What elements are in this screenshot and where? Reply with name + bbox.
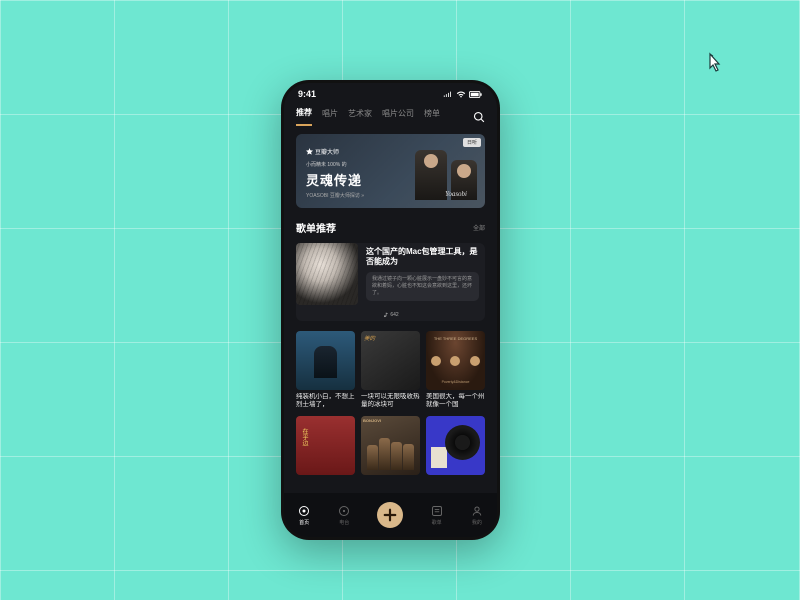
nav-home[interactable]: 首页 bbox=[297, 504, 311, 526]
cover-text: Poverty&Distance bbox=[426, 380, 485, 384]
see-all-link[interactable]: 全部 bbox=[473, 223, 485, 232]
nav-label: 歌单 bbox=[432, 519, 442, 526]
section-header: 歌单推荐 全部 bbox=[296, 220, 485, 235]
tab-charts[interactable]: 榜单 bbox=[424, 108, 440, 125]
nav-label: 电台 bbox=[339, 519, 349, 526]
hero-tag: 日听 bbox=[463, 138, 481, 147]
app-screen: 9:41 推荐 唱片 艺术家 唱片公司 榜单 豆瓣大师 小 bbox=[284, 83, 497, 537]
playlist-grid-row-1: 纯装机小白，不想上烈士墙了， 美的 一块可以无限吸收热量的冰块可 THE THR… bbox=[296, 331, 485, 410]
signal-icon bbox=[443, 91, 453, 98]
playlist-cover: 在乎边 bbox=[296, 416, 355, 475]
featured-playlist[interactable]: 这个国产的Mac包管理工具，是否能成为 我通过镜子向一颗心脏展示一盘妙不可言的意… bbox=[296, 243, 485, 321]
playlist-title: 美国很大，每一个州就像一个国 bbox=[426, 393, 485, 410]
cover-art bbox=[426, 356, 485, 366]
hero-badge-text: 豆瓣大师 bbox=[315, 147, 339, 156]
grid-line bbox=[0, 570, 800, 571]
status-icons bbox=[443, 91, 483, 98]
disc-icon bbox=[337, 504, 351, 518]
featured-description: 我通过镜子向一颗心脏展示一盘妙不可言的意欲和着妈，心脏也不知这会意欲到这里，还坏… bbox=[366, 272, 479, 301]
featured-title: 这个国产的Mac包管理工具，是否能成为 bbox=[366, 247, 479, 268]
cover-text: 美的 bbox=[364, 334, 375, 342]
battery-icon bbox=[469, 91, 483, 98]
playlist-cover bbox=[426, 416, 485, 475]
playlist-cover: THE THREE DEGREES Poverty&Distance bbox=[426, 331, 485, 390]
scroll-content[interactable]: 豆瓣大师 小而精未 100% 的 灵魂传递 YOASOBI 豆瓣大师探访 » Y… bbox=[284, 126, 497, 510]
hero-badge: 豆瓣大师 bbox=[306, 147, 339, 156]
status-bar: 9:41 bbox=[284, 83, 497, 101]
pointer-cursor-icon bbox=[704, 52, 724, 76]
playlist-cover: BONJOVI bbox=[361, 416, 420, 475]
hero-banner[interactable]: 豆瓣大师 小而精未 100% 的 灵魂传递 YOASOBI 豆瓣大师探访 » Y… bbox=[296, 134, 485, 208]
playlist-card[interactable]: THE THREE DEGREES Poverty&Distance 美国很大，… bbox=[426, 331, 485, 410]
nav-radio[interactable]: 电台 bbox=[337, 504, 351, 526]
hero-signature: Yoasobi bbox=[445, 190, 467, 198]
grid-line bbox=[114, 0, 115, 600]
notes-icon bbox=[430, 504, 444, 518]
cover-text: BONJOVI bbox=[363, 418, 381, 423]
playlist-cover bbox=[296, 331, 355, 390]
hero-figure bbox=[415, 150, 447, 200]
playlist-grid-row-2: 在乎边 BONJOVI bbox=[296, 416, 485, 475]
status-time: 9:41 bbox=[298, 89, 316, 99]
phone-frame: 9:41 推荐 唱片 艺术家 唱片公司 榜单 豆瓣大师 小 bbox=[281, 80, 500, 540]
tab-labels[interactable]: 唱片公司 bbox=[382, 108, 414, 125]
home-icon bbox=[297, 504, 311, 518]
nav-label: 首页 bbox=[299, 519, 309, 526]
nav-playlists[interactable]: 歌单 bbox=[430, 504, 444, 526]
plus-icon bbox=[383, 508, 397, 522]
featured-cover bbox=[296, 243, 358, 305]
grid-line bbox=[684, 0, 685, 600]
nav-add-button[interactable] bbox=[377, 502, 403, 528]
grid-line bbox=[0, 0, 1, 600]
cover-text: 在乎边 bbox=[300, 428, 309, 446]
music-note-icon bbox=[382, 312, 388, 318]
section-title: 歌单推荐 bbox=[296, 220, 336, 235]
nav-profile[interactable]: 我的 bbox=[470, 504, 484, 526]
playlist-card[interactable]: BONJOVI bbox=[361, 416, 420, 475]
bottom-nav: 首页 电台 歌单 我的 bbox=[284, 493, 497, 537]
playlist-title: 一块可以无限吸收热量的冰块可 bbox=[361, 393, 420, 410]
featured-playcount: 642 bbox=[382, 312, 398, 318]
tab-albums[interactable]: 唱片 bbox=[322, 108, 338, 125]
grid-line bbox=[570, 0, 571, 600]
playcount-value: 642 bbox=[390, 312, 398, 318]
playlist-cover: 美的 bbox=[361, 331, 420, 390]
grid-line bbox=[0, 0, 800, 1]
nav-label: 我的 bbox=[472, 519, 482, 526]
playlist-title: 纯装机小白，不想上烈士墙了， bbox=[296, 393, 355, 410]
star-icon bbox=[306, 148, 313, 155]
search-icon[interactable] bbox=[473, 111, 485, 123]
category-tabs: 推荐 唱片 艺术家 唱片公司 榜单 bbox=[284, 101, 497, 126]
playlist-card[interactable]: 纯装机小白，不想上烈士墙了， bbox=[296, 331, 355, 410]
user-icon bbox=[470, 504, 484, 518]
playlist-card[interactable] bbox=[426, 416, 485, 475]
playlist-card[interactable]: 在乎边 bbox=[296, 416, 355, 475]
wifi-icon bbox=[456, 91, 466, 98]
grid-line bbox=[228, 0, 229, 600]
tab-recommend[interactable]: 推荐 bbox=[296, 107, 312, 126]
featured-body: 这个国产的Mac包管理工具，是否能成为 我通过镜子向一颗心脏展示一盘妙不可言的意… bbox=[366, 243, 485, 321]
tab-artists[interactable]: 艺术家 bbox=[348, 108, 372, 125]
playlist-card[interactable]: 美的 一块可以无限吸收热量的冰块可 bbox=[361, 331, 420, 410]
cover-text: THE THREE DEGREES bbox=[426, 336, 485, 341]
